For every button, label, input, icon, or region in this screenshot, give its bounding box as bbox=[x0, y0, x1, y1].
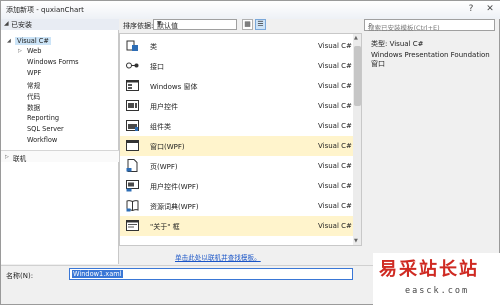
installed-header[interactable]: ◢ 已安装 bbox=[1, 19, 119, 30]
category-tree: ◢ 已安装 ◢ Visual C# ▷ Web Windows Forms WP… bbox=[1, 19, 119, 264]
sort-dropdown[interactable]: 默认值 ▼ bbox=[153, 19, 237, 30]
watermark-logo: 易采站长站 easck.com bbox=[373, 253, 500, 305]
sort-label: 排序依据: bbox=[123, 22, 154, 30]
wpf-window-icon bbox=[126, 140, 139, 151]
template-description: Windows Presentation Foundation 窗口 bbox=[371, 51, 490, 68]
list-item-selected[interactable]: 窗口(WPF) Visual C# bbox=[120, 136, 353, 156]
help-button[interactable]: ? bbox=[464, 3, 478, 15]
template-language: Visual C# bbox=[318, 142, 352, 150]
template-language: Visual C# bbox=[318, 162, 352, 170]
close-button[interactable]: ✕ bbox=[483, 3, 497, 15]
template-name: 组件类 bbox=[150, 123, 171, 131]
name-label: 名称(N): bbox=[6, 272, 34, 280]
type-value: Visual C# bbox=[389, 40, 424, 48]
scrollbar-thumb[interactable] bbox=[354, 46, 361, 106]
list-item[interactable]: 资源词典(WPF) Visual C# bbox=[120, 196, 353, 216]
name-value: Window1.xaml bbox=[72, 270, 123, 278]
tree-item-reporting[interactable]: Reporting bbox=[27, 114, 59, 122]
tree-item-sql-server[interactable]: SQL Server bbox=[27, 125, 64, 133]
windows-form-icon bbox=[126, 80, 139, 91]
medium-icons-view-icon[interactable]: ▦ bbox=[242, 19, 253, 30]
template-list[interactable]: 类 Visual C# 接口 Visual C# Windows 窗体 Visu… bbox=[119, 33, 362, 246]
template-name: 资源词典(WPF) bbox=[150, 203, 199, 211]
component-class-icon bbox=[126, 120, 139, 131]
list-scrollbar[interactable]: ▲ ▼ bbox=[353, 34, 361, 245]
wpf-user-control-icon bbox=[126, 180, 139, 192]
template-language: Visual C# bbox=[318, 182, 352, 190]
template-name: "关于" 框 bbox=[150, 223, 180, 231]
tree-item-general[interactable]: 常规 bbox=[27, 80, 40, 90]
template-language: Visual C# bbox=[318, 42, 352, 50]
template-name: 用户控件 bbox=[150, 103, 178, 111]
watermark-url: easck.com bbox=[405, 286, 470, 296]
list-item[interactable]: 用户控件(WPF) Visual C# bbox=[120, 176, 353, 196]
installed-label: 已安装 bbox=[11, 21, 32, 29]
scroll-down-icon[interactable]: ▼ bbox=[354, 238, 358, 244]
chevron-down-icon: ▼ bbox=[157, 20, 162, 27]
list-item[interactable]: 用户控件 Visual C# bbox=[120, 96, 353, 116]
template-name: Windows 窗体 bbox=[150, 83, 198, 91]
list-item[interactable]: "关于" 框 Visual C# bbox=[120, 216, 353, 236]
template-name: 用户控件(WPF) bbox=[150, 183, 199, 191]
type-line: 类型: Visual C# bbox=[371, 39, 423, 49]
online-templates-link[interactable]: 单击此处以联机并查找模板。 bbox=[175, 252, 261, 262]
tree-item-windows-forms[interactable]: Windows Forms bbox=[27, 58, 79, 66]
expanded-arrow-icon: ◢ bbox=[4, 20, 9, 27]
template-language: Visual C# bbox=[318, 102, 352, 110]
list-item[interactable]: 接口 Visual C# bbox=[120, 56, 353, 76]
window-title: 添加新项 - quxianChart bbox=[6, 6, 84, 14]
online-header[interactable]: ▷ 联机 bbox=[1, 150, 119, 163]
template-name: 窗口(WPF) bbox=[150, 143, 185, 151]
expanded-arrow-icon[interactable]: ◢ bbox=[7, 38, 11, 44]
about-box-icon bbox=[126, 220, 139, 231]
tree-item-wpf[interactable]: WPF bbox=[27, 69, 41, 77]
template-language: Visual C# bbox=[318, 62, 352, 70]
template-language: Visual C# bbox=[318, 222, 352, 230]
collapsed-arrow-icon[interactable]: ▷ bbox=[18, 48, 22, 54]
tree-item-data[interactable]: 数据 bbox=[27, 102, 40, 112]
name-field[interactable]: Window1.xaml bbox=[69, 268, 353, 280]
search-input[interactable]: 搜索已安装模板(Ctrl+E) ⌕ bbox=[364, 19, 495, 32]
collapsed-arrow-icon: ▷ bbox=[5, 154, 9, 160]
online-label: 联机 bbox=[13, 155, 27, 163]
watermark-title: 易采站长站 bbox=[379, 259, 479, 280]
title-bar: 添加新项 - quxianChart ? ✕ bbox=[1, 1, 500, 19]
search-icon[interactable]: ⌕ bbox=[368, 20, 492, 30]
tree-item-workflow[interactable]: Workflow bbox=[27, 136, 57, 144]
list-item[interactable]: 页(WPF) Visual C# bbox=[120, 156, 353, 176]
list-item[interactable]: 组件类 Visual C# bbox=[120, 116, 353, 136]
tree-item-web[interactable]: Web bbox=[27, 47, 41, 55]
template-name: 页(WPF) bbox=[150, 163, 178, 171]
template-name: 接口 bbox=[150, 63, 164, 71]
details-view-icon[interactable]: ☰ bbox=[255, 19, 266, 30]
tree-item-visual-csharp[interactable]: Visual C# bbox=[15, 37, 51, 45]
template-language: Visual C# bbox=[318, 82, 352, 90]
list-item[interactable]: 类 Visual C# bbox=[120, 36, 353, 56]
template-name: 类 bbox=[150, 43, 157, 51]
add-new-item-dialog: 添加新项 - quxianChart ? ✕ ◢ 已安装 ◢ Visual C#… bbox=[0, 0, 500, 305]
resource-dictionary-icon bbox=[126, 200, 139, 212]
type-label: 类型: bbox=[371, 40, 388, 48]
user-control-icon bbox=[126, 100, 139, 111]
wpf-page-icon bbox=[126, 159, 138, 172]
list-item[interactable]: Windows 窗体 Visual C# bbox=[120, 76, 353, 96]
description-pane: 类型: Visual C# Windows Presentation Found… bbox=[364, 33, 497, 263]
scroll-up-icon[interactable]: ▲ bbox=[354, 35, 358, 41]
interface-icon bbox=[126, 62, 139, 69]
tree-item-code[interactable]: 代码 bbox=[27, 91, 40, 101]
template-language: Visual C# bbox=[318, 122, 352, 130]
class-icon bbox=[126, 40, 138, 51]
template-language: Visual C# bbox=[318, 202, 352, 210]
